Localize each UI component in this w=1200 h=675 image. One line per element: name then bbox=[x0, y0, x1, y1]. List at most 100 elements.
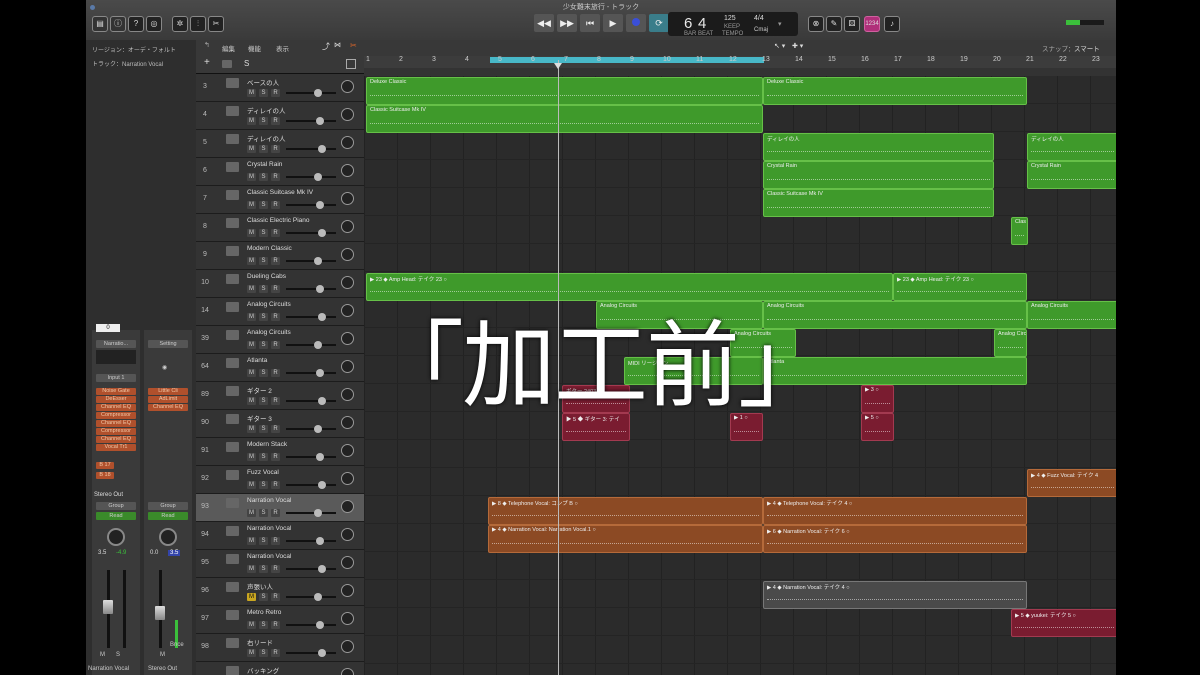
volume-slider-cap[interactable] bbox=[314, 509, 322, 517]
track-name[interactable]: ギター 2 bbox=[247, 385, 272, 395]
record-button[interactable] bbox=[626, 14, 646, 32]
track-name[interactable]: Analog Circuits bbox=[247, 329, 291, 336]
volume-slider[interactable] bbox=[286, 92, 336, 94]
solo-button[interactable]: S bbox=[259, 201, 268, 209]
region[interactable]: ▶ 5 ○ bbox=[861, 413, 894, 441]
track-lane[interactable] bbox=[364, 468, 1116, 496]
back-icon[interactable]: ↰ bbox=[204, 41, 210, 49]
duplicate-track-icon[interactable] bbox=[222, 60, 232, 68]
track-lane[interactable] bbox=[364, 160, 1116, 188]
mute-button[interactable]: M bbox=[247, 453, 256, 461]
volume-fader[interactable] bbox=[155, 606, 165, 620]
solo-button[interactable]: S bbox=[259, 257, 268, 265]
track-header-row[interactable]: 91 Modern Stack M S R bbox=[196, 438, 364, 466]
strip1-input[interactable]: Input 1 bbox=[96, 374, 136, 382]
volume-slider[interactable] bbox=[286, 400, 336, 402]
track-header-row[interactable]: 10 Dueling Cabs M S R bbox=[196, 270, 364, 298]
settings-icon[interactable]: ✲ bbox=[172, 16, 188, 32]
mute-button[interactable]: M bbox=[247, 313, 256, 321]
solo-button[interactable]: S bbox=[259, 509, 268, 517]
automation-icon[interactable]: ⤴ bbox=[322, 41, 330, 52]
lcd-display[interactable]: 6 4 BAR BEAT 125 KEEP TEMPO 4/4 Cmaj ▾ bbox=[668, 12, 798, 37]
strip1-output[interactable]: Stereo Out bbox=[94, 492, 123, 498]
volume-slider[interactable] bbox=[286, 512, 336, 514]
region[interactable]: Classic Suitcase Mk IV bbox=[366, 105, 763, 133]
plugin-slot[interactable]: Channel EQ bbox=[96, 436, 136, 443]
instrument-icon[interactable] bbox=[226, 78, 239, 88]
volume-slider[interactable] bbox=[286, 372, 336, 374]
volume-slider[interactable] bbox=[286, 428, 336, 430]
instrument-icon[interactable] bbox=[226, 582, 239, 592]
eq-thumbnail[interactable] bbox=[96, 350, 136, 364]
volume-slider[interactable] bbox=[286, 596, 336, 598]
volume-slider-cap[interactable] bbox=[314, 341, 322, 349]
track-lane[interactable] bbox=[364, 244, 1116, 272]
plugin-slot[interactable]: Channel EQ bbox=[148, 404, 188, 411]
volume-slider-cap[interactable] bbox=[314, 593, 322, 601]
volume-slider[interactable] bbox=[286, 316, 336, 318]
plugin-slot[interactable]: Little Cli bbox=[148, 388, 188, 395]
solo-button[interactable]: S bbox=[259, 425, 268, 433]
region[interactable]: Classic Suitcase Mk IV bbox=[763, 189, 994, 217]
cycle-button[interactable]: ⟳ bbox=[649, 14, 669, 32]
track-header-row[interactable]: 14 Analog Circuits M S R bbox=[196, 298, 364, 326]
region[interactable]: Analog Circuits bbox=[1027, 301, 1116, 329]
record-enable-button[interactable]: R bbox=[271, 117, 280, 125]
playhead-handle[interactable] bbox=[554, 63, 562, 69]
track-name[interactable]: Narration Vocal bbox=[247, 553, 291, 560]
plugin-slot[interactable]: Channel EQ bbox=[96, 404, 136, 411]
mute-button[interactable]: M bbox=[247, 397, 256, 405]
volume-slider-cap[interactable] bbox=[316, 201, 324, 209]
instrument-icon[interactable] bbox=[226, 190, 239, 200]
mute-button[interactable]: M bbox=[247, 173, 256, 181]
pan-knob[interactable] bbox=[341, 388, 354, 401]
region[interactable]: Clas bbox=[1011, 217, 1028, 245]
record-enable-button[interactable]: R bbox=[271, 257, 280, 265]
strip2-group[interactable]: Group bbox=[148, 502, 188, 510]
track-header-row[interactable]: 93 Narration Vocal M S R bbox=[196, 494, 364, 522]
volume-slider[interactable] bbox=[286, 624, 336, 626]
smartcontrols-icon[interactable]: ◎ bbox=[146, 16, 162, 32]
pan-knob[interactable] bbox=[341, 584, 354, 597]
badge-1234[interactable]: 1234 bbox=[864, 16, 880, 32]
rewind-button[interactable]: ◀◀ bbox=[534, 14, 554, 32]
track-lane[interactable] bbox=[364, 216, 1116, 244]
track-header-row[interactable]: 6 Crystal Rain M S R bbox=[196, 158, 364, 186]
region[interactable]: ▶ 5 ◆ yuukei: テイク 5 ○ bbox=[1011, 609, 1116, 637]
pan-knob[interactable] bbox=[341, 528, 354, 541]
solo-button[interactable]: S bbox=[259, 481, 268, 489]
instrument-icon[interactable] bbox=[226, 442, 239, 452]
mute-button[interactable]: M bbox=[247, 89, 256, 97]
volume-slider-cap[interactable] bbox=[318, 313, 326, 321]
pan-knob[interactable] bbox=[341, 192, 354, 205]
track-name[interactable]: Crystal Rain bbox=[247, 161, 282, 168]
send-slot[interactable]: B 18 bbox=[96, 472, 114, 479]
region[interactable]: Analog Circuits bbox=[994, 329, 1027, 357]
instrument-icon[interactable] bbox=[226, 162, 239, 172]
volume-slider-cap[interactable] bbox=[318, 649, 326, 657]
pan-knob[interactable] bbox=[341, 248, 354, 261]
mute-button[interactable]: M bbox=[247, 257, 256, 265]
record-enable-button[interactable]: R bbox=[271, 453, 280, 461]
volume-slider[interactable] bbox=[286, 148, 336, 150]
track-header-row[interactable]: 89 ギター 2 MSR bbox=[196, 382, 364, 410]
track-name[interactable]: Metro Retro bbox=[247, 609, 281, 616]
record-enable-button[interactable]: R bbox=[271, 313, 280, 321]
mute-button[interactable]: M bbox=[247, 593, 256, 601]
track-name[interactable]: Narration Vocal bbox=[247, 525, 291, 532]
scissors-tool-icon[interactable]: ✂ bbox=[350, 41, 357, 50]
add-track-icon[interactable]: + bbox=[204, 57, 210, 68]
pan-knob[interactable] bbox=[107, 528, 125, 546]
mute-button[interactable]: M bbox=[247, 509, 256, 517]
track-name[interactable]: Atlanta bbox=[247, 357, 267, 364]
region[interactable]: Crystal Rain bbox=[1027, 161, 1116, 189]
region[interactable]: ディレイの人 bbox=[763, 133, 994, 161]
strip2-mute[interactable]: M bbox=[160, 652, 165, 658]
volume-slider[interactable] bbox=[286, 176, 336, 178]
volume-slider-cap[interactable] bbox=[318, 229, 326, 237]
instrument-icon[interactable] bbox=[226, 470, 239, 480]
volume-slider-cap[interactable] bbox=[314, 89, 322, 97]
volume-slider-cap[interactable] bbox=[314, 425, 322, 433]
solo-button[interactable]: S bbox=[259, 145, 268, 153]
solo-button[interactable]: S bbox=[259, 593, 268, 601]
